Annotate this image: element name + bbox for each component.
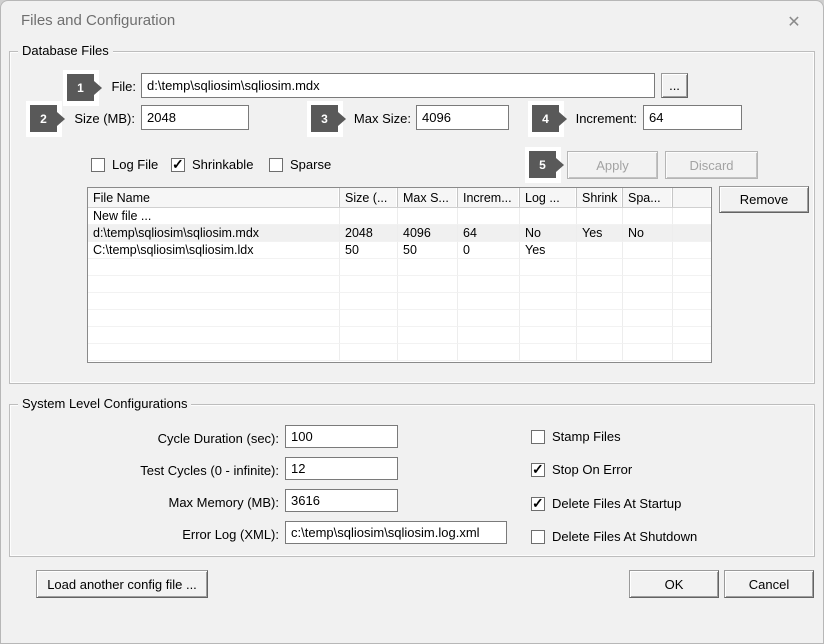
table-row-mdx-file[interactable]: d:\temp\sqliosim\sqliosim.mdx 2048 4096 …: [88, 225, 711, 242]
column-header-max-size[interactable]: Max S...: [398, 188, 458, 207]
step-badge-3: 3: [307, 101, 343, 137]
dialog-title: Files and Configuration: [21, 12, 175, 29]
cell-sparse: [623, 208, 673, 225]
table-row-empty: [88, 276, 711, 293]
error-log-label: Error Log (XML):: [101, 527, 279, 542]
discard-button[interactable]: Discard: [665, 151, 758, 179]
max-size-label: Max Size:: [349, 111, 411, 126]
max-memory-label: Max Memory (MB):: [101, 495, 279, 510]
cell-log: No: [520, 225, 577, 242]
cycle-duration-input[interactable]: [285, 425, 398, 448]
cell-file-name: New file ...: [88, 208, 340, 225]
cell-size: [340, 208, 398, 225]
cell-filler: [673, 225, 711, 242]
load-config-button[interactable]: Load another config file ...: [36, 570, 208, 598]
log-file-checkbox-box[interactable]: [91, 158, 105, 172]
file-list[interactable]: File Name Size (... Max S... Increm... L…: [87, 187, 712, 363]
column-header-size[interactable]: Size (...: [340, 188, 398, 207]
stop-on-error-checkbox[interactable]: Stop On Error: [531, 462, 632, 477]
cell-size: 2048: [340, 225, 398, 242]
stamp-files-checkbox-label: Stamp Files: [552, 429, 621, 444]
remove-button[interactable]: Remove: [719, 186, 809, 213]
column-header-file-name[interactable]: File Name: [88, 188, 340, 207]
log-file-checkbox[interactable]: Log File: [91, 157, 158, 172]
size-input[interactable]: [141, 105, 249, 130]
delete-files-startup-checkbox[interactable]: Delete Files At Startup: [531, 496, 681, 511]
delete-files-shutdown-checkbox[interactable]: Delete Files At Shutdown: [531, 529, 697, 544]
stop-on-error-checkbox-label: Stop On Error: [552, 462, 632, 477]
apply-button[interactable]: Apply: [567, 151, 658, 179]
table-row-empty: [88, 344, 711, 361]
system-config-group-label: System Level Configurations: [18, 396, 191, 411]
step-4-number: 4: [532, 105, 559, 132]
ok-button[interactable]: OK: [629, 570, 719, 598]
sparse-checkbox-box[interactable]: [269, 158, 283, 172]
cell-shrink: Yes: [577, 225, 623, 242]
stamp-files-checkbox-box[interactable]: [531, 430, 545, 444]
cell-filler: [673, 208, 711, 225]
column-header-filler: [673, 188, 711, 207]
step-badge-4: 4: [528, 101, 564, 137]
increment-label: Increment:: [567, 111, 637, 126]
dialog-files-and-configuration: Files and Configuration ✕ Database Files…: [0, 0, 824, 644]
cancel-button[interactable]: Cancel: [724, 570, 814, 598]
cell-shrink: [577, 242, 623, 259]
cell-max-size: [398, 208, 458, 225]
shrinkable-checkbox[interactable]: Shrinkable: [171, 157, 253, 172]
cell-file-name: C:\temp\sqliosim\sqliosim.ldx: [88, 242, 340, 259]
cell-size: 50: [340, 242, 398, 259]
file-label: File:: [81, 79, 136, 94]
cell-increment: 0: [458, 242, 520, 259]
cell-log: Yes: [520, 242, 577, 259]
cell-max-size: 50: [398, 242, 458, 259]
table-row-ldx-file[interactable]: C:\temp\sqliosim\sqliosim.ldx 50 50 0 Ye…: [88, 242, 711, 259]
increment-input[interactable]: [643, 105, 742, 130]
column-header-increment[interactable]: Increm...: [458, 188, 520, 207]
cycle-duration-label: Cycle Duration (sec):: [101, 431, 279, 446]
test-cycles-label: Test Cycles (0 - infinite):: [101, 463, 279, 478]
cell-filler: [673, 242, 711, 259]
table-row-empty: [88, 259, 711, 276]
column-header-log[interactable]: Log ...: [520, 188, 577, 207]
table-row-empty: [88, 327, 711, 344]
cell-increment: [458, 208, 520, 225]
test-cycles-input[interactable]: [285, 457, 398, 480]
cell-increment: 64: [458, 225, 520, 242]
file-path-input[interactable]: [141, 73, 655, 98]
error-log-input[interactable]: [285, 521, 507, 544]
shrinkable-checkbox-label: Shrinkable: [192, 157, 253, 172]
step-badge-5: 5: [525, 147, 561, 183]
column-header-shrink[interactable]: Shrink: [577, 188, 623, 207]
delete-files-shutdown-checkbox-label: Delete Files At Shutdown: [552, 529, 697, 544]
database-files-group-label: Database Files: [18, 43, 113, 58]
cell-sparse: No: [623, 225, 673, 242]
browse-button[interactable]: ...: [661, 73, 688, 98]
cell-sparse: [623, 242, 673, 259]
step-5-number: 5: [529, 151, 556, 178]
sparse-checkbox[interactable]: Sparse: [269, 157, 331, 172]
cell-log: [520, 208, 577, 225]
delete-files-startup-checkbox-box[interactable]: [531, 497, 545, 511]
cell-file-name: d:\temp\sqliosim\sqliosim.mdx: [88, 225, 340, 242]
column-header-sparse[interactable]: Spa...: [623, 188, 673, 207]
delete-files-shutdown-checkbox-box[interactable]: [531, 530, 545, 544]
cell-max-size: 4096: [398, 225, 458, 242]
title-bar: Files and Configuration ✕: [1, 1, 823, 43]
step-3-number: 3: [311, 105, 338, 132]
max-size-input[interactable]: [416, 105, 509, 130]
file-list-header: File Name Size (... Max S... Increm... L…: [88, 188, 711, 208]
max-memory-input[interactable]: [285, 489, 398, 512]
cell-shrink: [577, 208, 623, 225]
stamp-files-checkbox[interactable]: Stamp Files: [531, 429, 621, 444]
delete-files-startup-checkbox-label: Delete Files At Startup: [552, 496, 681, 511]
stop-on-error-checkbox-box[interactable]: [531, 463, 545, 477]
size-label: Size (MB):: [51, 111, 135, 126]
close-icon[interactable]: ✕: [779, 9, 809, 35]
table-row-empty: [88, 310, 711, 327]
table-row-empty: [88, 293, 711, 310]
table-row-new-file[interactable]: New file ...: [88, 208, 711, 225]
sparse-checkbox-label: Sparse: [290, 157, 331, 172]
log-file-checkbox-label: Log File: [112, 157, 158, 172]
shrinkable-checkbox-box[interactable]: [171, 158, 185, 172]
